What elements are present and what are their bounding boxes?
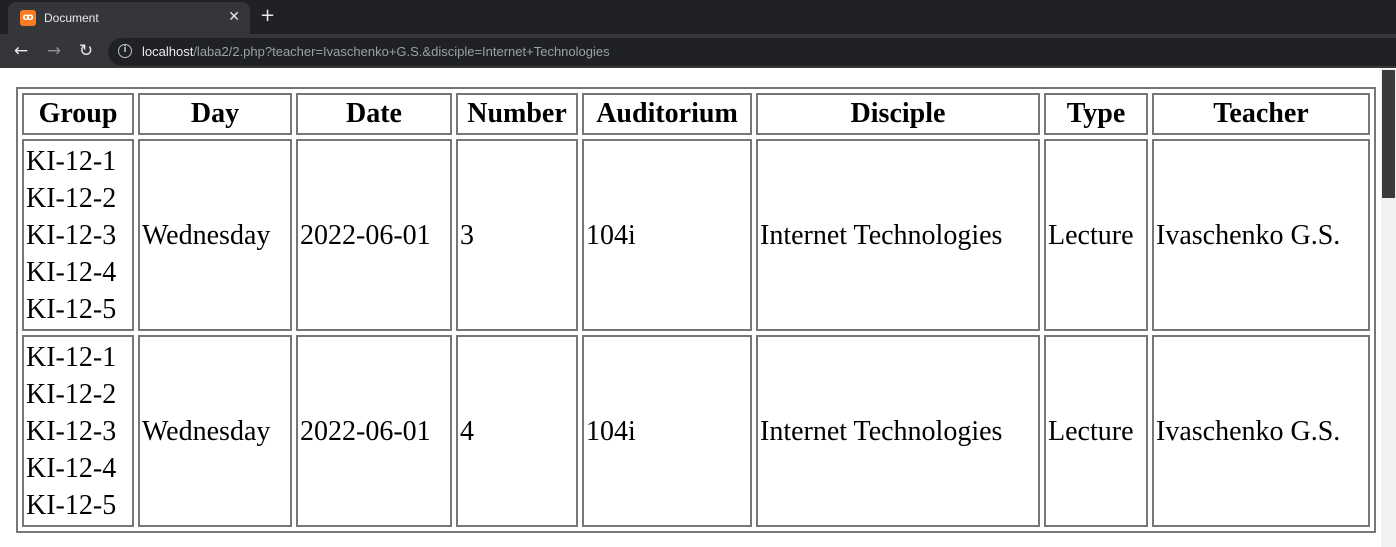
tab-strip: ꝏ Document ✕ + (0, 0, 1396, 34)
xampp-favicon-icon: ꝏ (20, 10, 36, 26)
number-cell: 3 (456, 139, 578, 331)
header-day: Day (138, 93, 292, 135)
group-name: KI-12-3 (26, 415, 117, 447)
disciple-cell: Internet Technologies (756, 139, 1040, 331)
header-row: Group Day Date Number Auditorium Discipl… (22, 93, 1370, 135)
number-cell: 4 (456, 335, 578, 527)
browser-toolbar: ← → ↻ i localhost/laba2/2.php?teacher=Iv… (0, 34, 1396, 68)
header-teacher: Teacher (1152, 93, 1370, 135)
group-name: KI-12-5 (26, 293, 117, 325)
group-name: KI-12-3 (26, 219, 117, 251)
scrollbar-thumb[interactable] (1382, 70, 1395, 198)
type-cell: Lecture (1044, 335, 1148, 527)
teacher-cell: Ivaschenko G.S. (1152, 139, 1370, 331)
header-disciple: Disciple (756, 93, 1040, 135)
group-name: KI-12-2 (26, 378, 117, 410)
table-row: KI-12-1 KI-12-2 KI-12-3 KI-12-4 KI-12-5 … (22, 335, 1370, 527)
header-auditorium: Auditorium (582, 93, 752, 135)
url-path: /laba2/2.php?teacher=Ivaschenko+G.S.&dis… (193, 44, 610, 59)
day-cell: Wednesday (138, 139, 292, 331)
tab-title: Document (44, 11, 99, 25)
header-group: Group (22, 93, 134, 135)
schedule-table: Group Day Date Number Auditorium Discipl… (16, 87, 1376, 533)
group-cell: KI-12-1 KI-12-2 KI-12-3 KI-12-4 KI-12-5 (22, 139, 134, 331)
group-name: KI-12-2 (26, 182, 117, 214)
site-info-icon[interactable]: i (118, 44, 132, 58)
date-cell: 2022-06-01 (296, 335, 452, 527)
url-text[interactable]: localhost/laba2/2.php?teacher=Ivaschenko… (142, 44, 610, 60)
auditorium-cell: 104i (582, 335, 752, 527)
page-viewport: Group Day Date Number Auditorium Discipl… (0, 68, 1396, 547)
teacher-cell: Ivaschenko G.S. (1152, 335, 1370, 527)
vertical-scrollbar[interactable] (1381, 68, 1396, 547)
back-arrow-icon[interactable]: ← (12, 42, 30, 60)
url-host: localhost (142, 44, 194, 59)
date-cell: 2022-06-01 (296, 139, 452, 331)
forward-arrow-icon[interactable]: → (45, 42, 63, 60)
group-cell: KI-12-1 KI-12-2 KI-12-3 KI-12-4 KI-12-5 (22, 335, 134, 527)
tab-document[interactable]: ꝏ Document ✕ (8, 2, 250, 34)
group-name: KI-12-4 (26, 256, 117, 288)
table-row: KI-12-1 KI-12-2 KI-12-3 KI-12-4 KI-12-5 … (22, 139, 1370, 331)
header-date: Date (296, 93, 452, 135)
header-type: Type (1044, 93, 1148, 135)
disciple-cell: Internet Technologies (756, 335, 1040, 527)
close-tab-icon[interactable]: ✕ (228, 9, 240, 25)
group-name: KI-12-5 (26, 489, 117, 521)
new-tab-button[interactable]: + (260, 7, 275, 25)
reload-icon[interactable]: ↻ (77, 42, 95, 60)
group-name: KI-12-1 (26, 341, 117, 373)
address-bar[interactable]: i localhost/laba2/2.php?teacher=Ivaschen… (108, 38, 1396, 66)
day-cell: Wednesday (138, 335, 292, 527)
browser-chrome: ꝏ Document ✕ + ← → ↻ i localhost/laba2/2… (0, 0, 1396, 68)
auditorium-cell: 104i (582, 139, 752, 331)
type-cell: Lecture (1044, 139, 1148, 331)
group-name: KI-12-1 (26, 145, 117, 177)
group-name: KI-12-4 (26, 452, 117, 484)
header-number: Number (456, 93, 578, 135)
